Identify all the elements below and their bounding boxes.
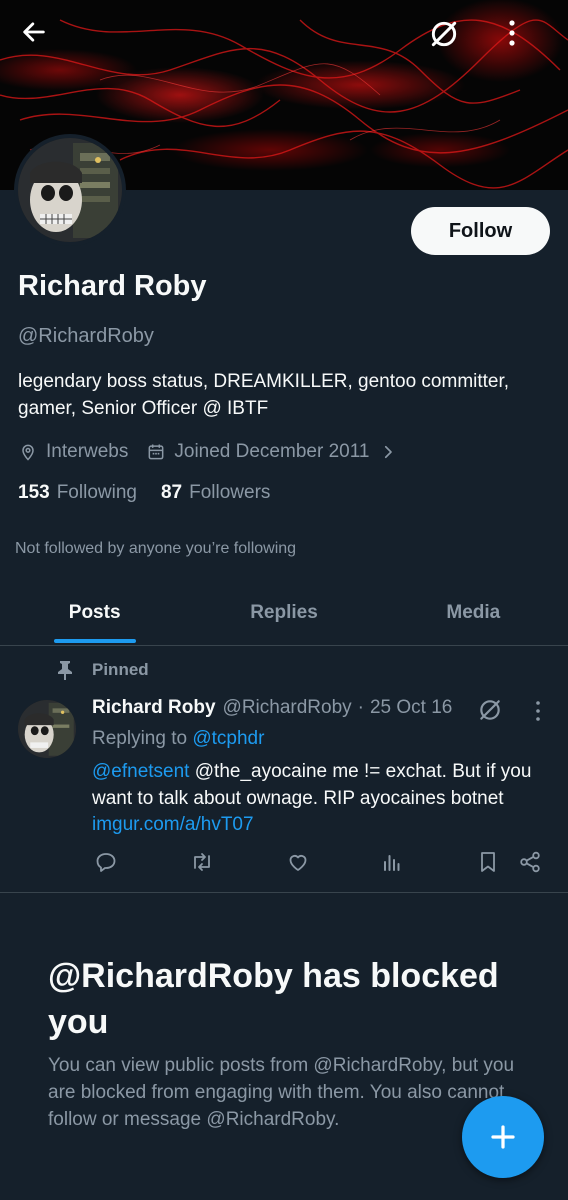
location-pin-icon: [22, 444, 34, 461]
repost-icon: [194, 853, 210, 871]
pinned-label: Pinned: [92, 660, 149, 679]
profile-handle: @RichardRoby: [18, 325, 154, 347]
post-author-handle[interactable]: @RichardRoby: [223, 697, 352, 719]
share-button[interactable]: [516, 848, 544, 876]
followers-link[interactable]: 87 Followers: [161, 482, 270, 504]
grok-post-icon[interactable]: [477, 697, 503, 723]
views-icon: [384, 855, 400, 871]
pin-icon: [58, 661, 72, 680]
location-text: Interwebs: [46, 441, 129, 462]
post-actions: [92, 848, 548, 876]
joined-date[interactable]: Joined December 2011: [146, 441, 405, 463]
blocked-title: @RichardRoby has blocked you: [48, 957, 499, 1041]
share-icon: [520, 851, 540, 873]
location: Interwebs: [18, 441, 128, 463]
joined-text: Joined December 2011: [174, 441, 370, 462]
replying-prefix: Replying to: [92, 728, 188, 749]
compose-post-button[interactable]: [462, 1096, 544, 1178]
reply-button[interactable]: [92, 848, 120, 876]
post-dot: ·: [357, 697, 364, 718]
pinned-indicator: Pinned: [56, 660, 149, 680]
post-date[interactable]: 25 Oct 16: [370, 697, 452, 719]
tab-replies[interactable]: Replies: [189, 580, 378, 645]
post-author-name[interactable]: Richard Roby: [92, 697, 216, 719]
follow-counts: 153 Following 87 Followers: [18, 482, 294, 504]
mutual-followers-note: Not followed by anyone you’re following: [15, 540, 297, 557]
back-button[interactable]: [20, 18, 64, 62]
followers-label: Followers: [189, 482, 271, 503]
more-options-button[interactable]: [500, 18, 544, 62]
like-icon: [289, 855, 307, 871]
profile-meta: Interwebs Joined December 2011: [18, 437, 423, 467]
repost-button[interactable]: [188, 848, 216, 876]
grok-button[interactable]: [428, 18, 472, 62]
tab-media[interactable]: Media: [379, 580, 568, 645]
like-button[interactable]: [284, 848, 312, 876]
vertical-dots-icon: [509, 20, 515, 46]
post-more-icon[interactable]: [530, 700, 546, 722]
post-avatar[interactable]: [18, 700, 76, 758]
bookmark-icon: [481, 852, 495, 872]
plus-icon: [491, 1125, 515, 1149]
arrow-left-icon: [23, 22, 45, 42]
profile-name: Richard Roby: [18, 270, 207, 302]
tab-posts[interactable]: Posts: [0, 580, 189, 645]
profile-tabs: Posts Replies Media: [0, 580, 568, 646]
followers-count: 87: [160, 482, 183, 503]
post-link[interactable]: imgur.com/a/hvT07: [92, 814, 254, 835]
post-divider: [0, 892, 568, 893]
views-button[interactable]: [378, 848, 406, 876]
following-link[interactable]: 153 Following: [18, 482, 137, 504]
following-count: 153: [18, 482, 50, 503]
follow-button[interactable]: Follow: [411, 207, 550, 255]
reply-icon: [96, 853, 116, 872]
replying-to-handle[interactable]: @tcphdr: [192, 728, 264, 749]
bookmark-button[interactable]: [474, 848, 502, 876]
chevron-right-icon: [385, 445, 393, 459]
replying-to: Replying to @tcphdr: [92, 728, 264, 750]
blocked-description: You can view public posts from @RichardR…: [48, 1055, 515, 1130]
profile-avatar[interactable]: [14, 134, 126, 246]
following-label: Following: [56, 482, 137, 503]
calendar-icon: [148, 444, 164, 460]
slashed-circle-icon: [431, 21, 457, 47]
post-mention[interactable]: @efnetsent: [92, 761, 189, 782]
post-header: Richard Roby @RichardRoby · 25 Oct 16: [92, 697, 452, 719]
profile-bio: legendary boss status, DREAMKILLER, gent…: [18, 371, 510, 419]
post-body: @efnetsent @the_ayocaine me != exchat. B…: [92, 759, 532, 839]
